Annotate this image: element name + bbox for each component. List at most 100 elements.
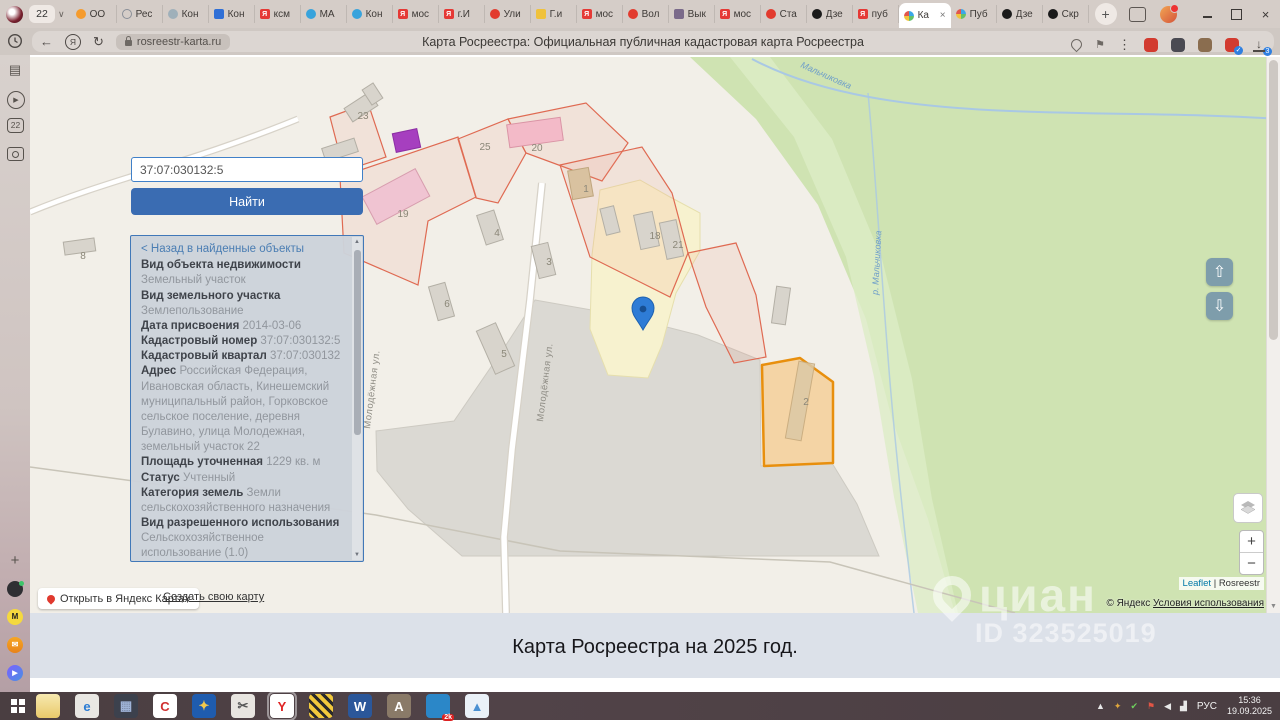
browser-tab[interactable]: Дзе: [997, 5, 1043, 23]
tab-title: Дзе: [826, 9, 843, 20]
leaflet-link[interactable]: Leaflet: [1183, 578, 1212, 589]
scroll-down-icon[interactable]: ▼: [352, 552, 362, 558]
laptop-app[interactable]: ▦: [114, 694, 138, 718]
browser-tab[interactable]: ОО: [71, 5, 117, 23]
browser-tab[interactable]: Кон: [209, 5, 255, 23]
tray-network-icon[interactable]: ▟: [1180, 702, 1187, 711]
tray-flag-icon[interactable]: ⚑: [1147, 702, 1155, 711]
page-scroll-down-icon[interactable]: ▼: [1267, 603, 1280, 610]
url-chip[interactable]: rosreestr-karta.ru: [116, 34, 230, 50]
browser-tab[interactable]: Ста: [761, 5, 807, 23]
profile-avatar[interactable]: [1160, 6, 1177, 23]
browser-tab[interactable]: Вол: [623, 5, 669, 23]
start-button[interactable]: [0, 692, 36, 720]
page-scrollbar[interactable]: ▼: [1266, 57, 1280, 613]
file-explorer[interactable]: [36, 694, 60, 718]
ext-dark-icon[interactable]: [1171, 38, 1185, 52]
back-icon[interactable]: ←: [40, 35, 53, 48]
snipping-tool[interactable]: ✂: [231, 694, 255, 718]
minimize-button[interactable]: [1193, 0, 1222, 28]
browser-tab[interactable]: Ямос: [393, 5, 439, 23]
browser-tab[interactable]: Ямос: [715, 5, 761, 23]
yandex-home-icon[interactable]: Я: [65, 34, 81, 50]
extensions-menu-icon[interactable]: ⋮: [1118, 38, 1131, 51]
page-scrollbar-thumb[interactable]: [1269, 60, 1278, 340]
history-clock-icon[interactable]: [7, 33, 23, 49]
ext-wallet-icon[interactable]: [1198, 38, 1212, 52]
browser-tab[interactable]: Дзе: [807, 5, 853, 23]
maximize-button[interactable]: [1222, 0, 1251, 28]
browser-logo-icon[interactable]: [6, 6, 23, 23]
add-panel-icon[interactable]: +: [0, 553, 30, 568]
internet-explorer[interactable]: e: [75, 694, 99, 718]
layers-button[interactable]: [1233, 493, 1263, 523]
messenger-app-icon[interactable]: [7, 581, 23, 597]
find-button[interactable]: Найти: [131, 188, 363, 215]
browser-tab[interactable]: Кон: [163, 5, 209, 23]
zoom-in-button[interactable]: +: [1240, 531, 1263, 553]
word[interactable]: W: [348, 694, 372, 718]
ext-red-check-icon[interactable]: ✓: [1225, 38, 1239, 52]
scroll-up-icon[interactable]: ▲: [352, 239, 362, 245]
tray-expand-icon[interactable]: ▲: [1096, 702, 1105, 711]
tutor-app[interactable]: А: [387, 694, 411, 718]
alice-app-icon[interactable]: ▶: [7, 665, 23, 681]
screenshot-icon[interactable]: [7, 147, 24, 161]
side-panel-icon[interactable]: [1129, 7, 1146, 22]
tab-close-icon[interactable]: ×: [940, 10, 946, 21]
taskbar-clock[interactable]: 15:36 19.09.2025: [1227, 695, 1272, 718]
tab-favicon-icon: [766, 9, 776, 19]
tabs-panel-icon[interactable]: 22: [7, 118, 24, 133]
tray-shield-icon[interactable]: ✔: [1130, 702, 1138, 711]
refresh-icon[interactable]: ↻: [93, 35, 104, 48]
ext-red-icon[interactable]: [1144, 38, 1158, 52]
omnibox[interactable]: ← Я ↻ rosreestr-karta.ru Карта Росреестр…: [32, 31, 1274, 52]
yandex-browser[interactable]: Y: [270, 694, 294, 718]
browser-tab[interactable]: МА: [301, 5, 347, 23]
map-canvas[interactable]: 2325201194318216582Молодёжная ул.Молодёж…: [30, 57, 1280, 613]
metrica-app-icon[interactable]: M: [7, 609, 23, 625]
back-to-results-link[interactable]: < Назад в найденные объекты: [141, 242, 347, 257]
lock-icon: [125, 40, 132, 46]
browser-tab[interactable]: Яг.И: [439, 5, 485, 23]
language-indicator[interactable]: РУС: [1197, 701, 1217, 712]
video-play-icon[interactable]: ▶: [7, 91, 25, 109]
pan-up-button[interactable]: ⇧: [1206, 258, 1233, 286]
browser-tab[interactable]: Кон: [347, 5, 393, 23]
pan-down-button[interactable]: ⇩: [1206, 292, 1233, 320]
vk-2k-app[interactable]: 2k: [426, 694, 450, 718]
photos-app[interactable]: ▲: [465, 694, 489, 718]
tab-count-badge[interactable]: 22: [29, 5, 55, 23]
browser-tab[interactable]: Ули: [485, 5, 531, 23]
feed-icon[interactable]: ▤: [0, 63, 30, 76]
mail-app-icon[interactable]: ✉: [7, 637, 23, 653]
browser-tab[interactable]: Вык: [669, 5, 715, 23]
zoom-control: + −: [1239, 530, 1264, 575]
geo-pin-icon[interactable]: [1069, 37, 1085, 53]
browser-tab[interactable]: Ка×: [899, 3, 951, 28]
cadastral-search-input[interactable]: [131, 157, 363, 182]
zoom-out-button[interactable]: −: [1240, 553, 1263, 574]
browser-tab[interactable]: Рес: [117, 5, 163, 23]
create-own-map-link[interactable]: Создать свою карту: [163, 591, 264, 603]
bee-app[interactable]: [309, 694, 333, 718]
new-tab-button[interactable]: +: [1095, 3, 1117, 25]
browser-tab[interactable]: Скр: [1043, 5, 1089, 23]
scrollbar-thumb[interactable]: [354, 250, 361, 435]
download-icon[interactable]: ↓ 3: [1252, 38, 1266, 52]
terms-of-use-link[interactable]: Условия использования: [1153, 598, 1264, 609]
tab-title: ОО: [90, 9, 106, 20]
panel-scrollbar[interactable]: ▲ ▼: [352, 237, 362, 560]
tray-speaker-icon[interactable]: ◀: [1164, 702, 1171, 711]
gosuslugi-app[interactable]: ✦: [192, 694, 216, 718]
browser-tab[interactable]: Яксм: [255, 5, 301, 23]
browser-tab[interactable]: Г.и: [531, 5, 577, 23]
consultant-app[interactable]: C: [153, 694, 177, 718]
close-button[interactable]: ×: [1251, 0, 1280, 28]
chevron-down-icon[interactable]: ∨: [58, 9, 65, 20]
browser-tab[interactable]: Пуб: [951, 5, 997, 23]
browser-tab[interactable]: Япуб: [853, 5, 899, 23]
browser-tab[interactable]: Ямос: [577, 5, 623, 23]
tray-color-icon[interactable]: ✦: [1114, 702, 1122, 711]
bookmark-flag-icon[interactable]: ⚑: [1095, 38, 1105, 51]
